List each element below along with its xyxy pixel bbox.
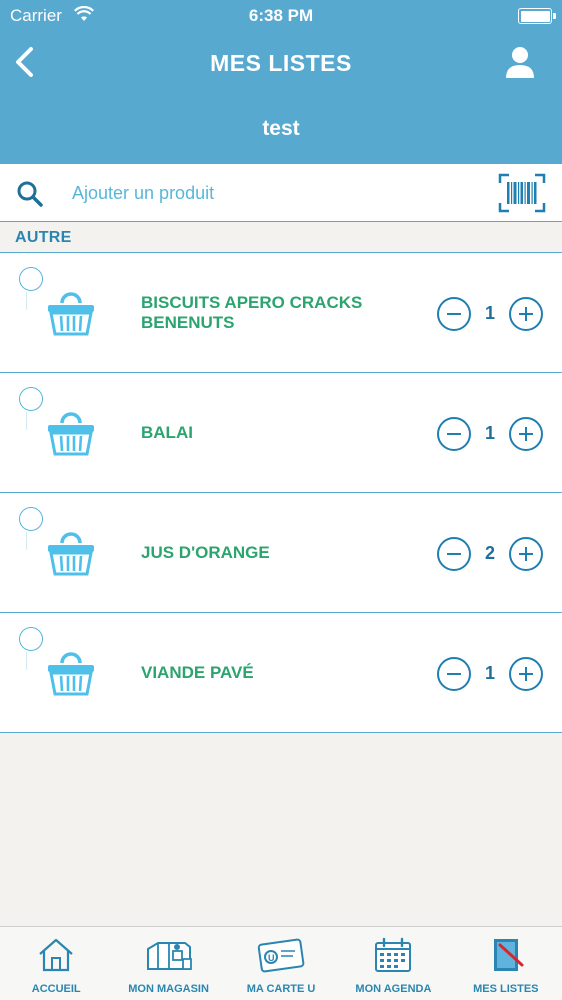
divider — [26, 532, 27, 550]
item-name: JUS D'ORANGE — [141, 543, 270, 562]
tab-label: MON MAGASIN — [128, 983, 209, 995]
increase-quantity-button[interactable] — [509, 417, 543, 451]
decrease-quantity-button[interactable] — [437, 297, 471, 331]
tab-label: MON AGENDA — [355, 983, 432, 995]
section-title: AUTRE — [15, 229, 72, 246]
list-item: BISCUITS APERO CRACKS BENENUTS 1 — [0, 253, 562, 373]
list-name: test — [262, 117, 300, 140]
barcode-scanner-icon[interactable] — [498, 173, 546, 213]
list-item: JUS D'ORANGE 2 — [0, 493, 562, 613]
search-icon — [17, 181, 43, 207]
shopping-list-icon — [493, 939, 524, 971]
decrease-quantity-button[interactable] — [437, 657, 471, 691]
tab-bar: ACCUEIL MON MAGASIN U MA CARTE U MON AGE… — [0, 926, 562, 1000]
item-name: VIANDE PAVÉ — [141, 663, 254, 682]
list-item: VIANDE PAVÉ 1 — [0, 613, 562, 733]
item-name: BALAI — [141, 423, 193, 442]
tab-label: ACCUEIL — [31, 983, 81, 995]
tab-label: MA CARTE U — [246, 983, 316, 995]
svg-text:U: U — [268, 953, 275, 963]
increase-quantity-button[interactable] — [509, 657, 543, 691]
divider — [26, 292, 27, 310]
divider — [26, 412, 27, 430]
quantity-value: 1 — [484, 663, 495, 683]
store-icon — [146, 942, 192, 970]
quantity-stepper: 1 — [437, 657, 543, 691]
status-bar: Carrier 6:38 PM — [0, 0, 562, 32]
loyalty-card-icon: U — [257, 938, 305, 973]
add-product-input[interactable] — [72, 176, 472, 210]
app-header: Carrier 6:38 PM MES LISTES test — [0, 0, 562, 164]
profile-button[interactable] — [502, 42, 538, 82]
tab-ma-carte-u[interactable]: U MA CARTE U — [225, 927, 337, 1000]
item-checkbox[interactable] — [19, 507, 43, 531]
clock: 6:38 PM — [248, 6, 314, 25]
quantity-stepper: 1 — [437, 417, 543, 451]
tab-mes-listes[interactable]: MES LISTES — [450, 927, 562, 1000]
item-checkbox[interactable] — [19, 267, 43, 291]
item-checkbox[interactable] — [19, 387, 43, 411]
add-product-bar — [0, 164, 562, 222]
item-checkbox[interactable] — [19, 627, 43, 651]
tab-mon-magasin[interactable]: MON MAGASIN — [112, 927, 224, 1000]
calendar-icon — [375, 937, 412, 972]
increase-quantity-button[interactable] — [509, 537, 543, 571]
tab-accueil[interactable]: ACCUEIL — [0, 927, 112, 1000]
quantity-stepper: 2 — [437, 537, 543, 571]
product-list: BISCUITS APERO CRACKS BENENUTS 1 BALAI 1 — [0, 253, 562, 733]
tab-mon-agenda[interactable]: MON AGENDA — [337, 927, 449, 1000]
home-icon — [39, 938, 73, 972]
basket-icon — [48, 412, 94, 456]
basket-icon — [48, 292, 94, 336]
list-item: BALAI 1 — [0, 373, 562, 493]
quantity-value: 2 — [484, 543, 495, 563]
basket-icon — [48, 532, 94, 576]
tab-label: MES LISTES — [473, 983, 539, 995]
item-name: BISCUITS APERO CRACKS BENENUTS — [141, 293, 363, 332]
basket-icon — [48, 652, 94, 696]
divider — [26, 652, 27, 670]
decrease-quantity-button[interactable] — [437, 537, 471, 571]
quantity-stepper: 1 — [437, 297, 543, 331]
user-icon — [506, 47, 534, 78]
page-title: MES LISTES — [210, 50, 352, 76]
battery-icon — [518, 8, 556, 24]
decrease-quantity-button[interactable] — [437, 417, 471, 451]
quantity-value: 1 — [484, 303, 495, 323]
quantity-value: 1 — [484, 423, 495, 443]
section-header: AUTRE — [0, 223, 562, 253]
increase-quantity-button[interactable] — [509, 297, 543, 331]
